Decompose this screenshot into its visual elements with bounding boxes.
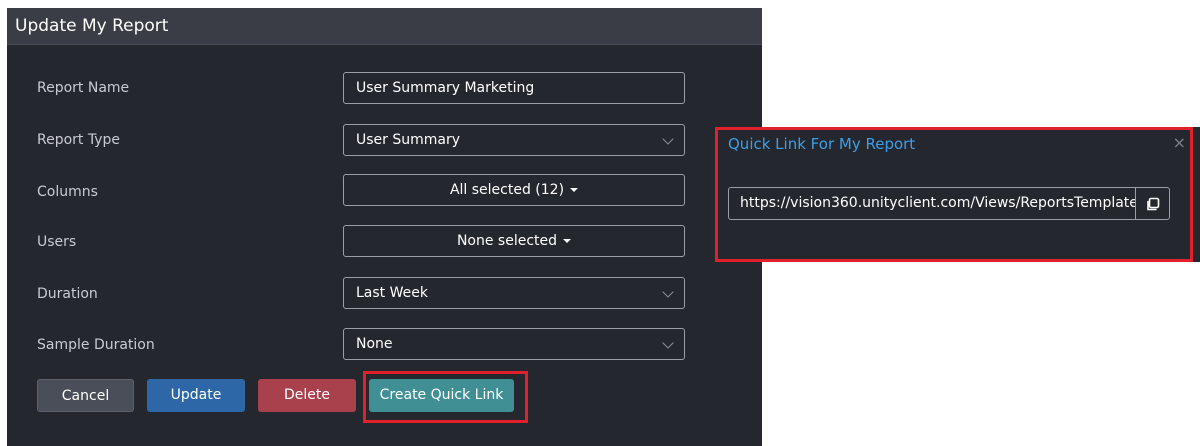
users-value: None selected: [456, 233, 558, 249]
report-type-value: User Summary: [356, 132, 461, 148]
report-name-value: User Summary Marketing: [356, 80, 535, 96]
caret-down-icon: [570, 188, 579, 192]
report-name-input[interactable]: User Summary Marketing: [343, 72, 685, 104]
delete-button[interactable]: Delete: [258, 379, 356, 412]
users-multiselect[interactable]: None selected: [343, 225, 685, 257]
report-type-select[interactable]: User Summary: [343, 124, 685, 156]
duration-select[interactable]: Last Week: [343, 277, 685, 309]
columns-value-wrap: All selected (12): [344, 182, 684, 198]
sample-duration-select[interactable]: None: [343, 328, 685, 360]
duration-value: Last Week: [356, 285, 428, 301]
columns-multiselect[interactable]: All selected (12): [343, 174, 685, 206]
chevron-down-icon: [662, 133, 674, 145]
cancel-button[interactable]: Cancel: [37, 379, 134, 412]
dialog-header: Update My Report: [7, 8, 762, 45]
quick-link-button-highlight: [363, 371, 528, 423]
report-name-label: Report Name: [37, 80, 130, 96]
columns-value: All selected (12): [449, 182, 565, 198]
report-type-label: Report Type: [37, 132, 121, 148]
update-report-dialog: Update My Report Report Name User Summar…: [7, 8, 762, 446]
update-button[interactable]: Update: [147, 379, 245, 412]
columns-label: Columns: [37, 184, 98, 200]
popup-highlight: [715, 127, 1193, 262]
caret-down-icon: [563, 239, 572, 243]
sample-duration-value: None: [356, 336, 393, 352]
sample-duration-label: Sample Duration: [37, 337, 155, 353]
chevron-down-icon: [662, 286, 674, 298]
dialog-title: Update My Report: [15, 16, 169, 36]
users-value-wrap: None selected: [344, 233, 684, 249]
chevron-down-icon: [662, 337, 674, 349]
duration-label: Duration: [37, 286, 98, 302]
users-label: Users: [37, 234, 77, 250]
